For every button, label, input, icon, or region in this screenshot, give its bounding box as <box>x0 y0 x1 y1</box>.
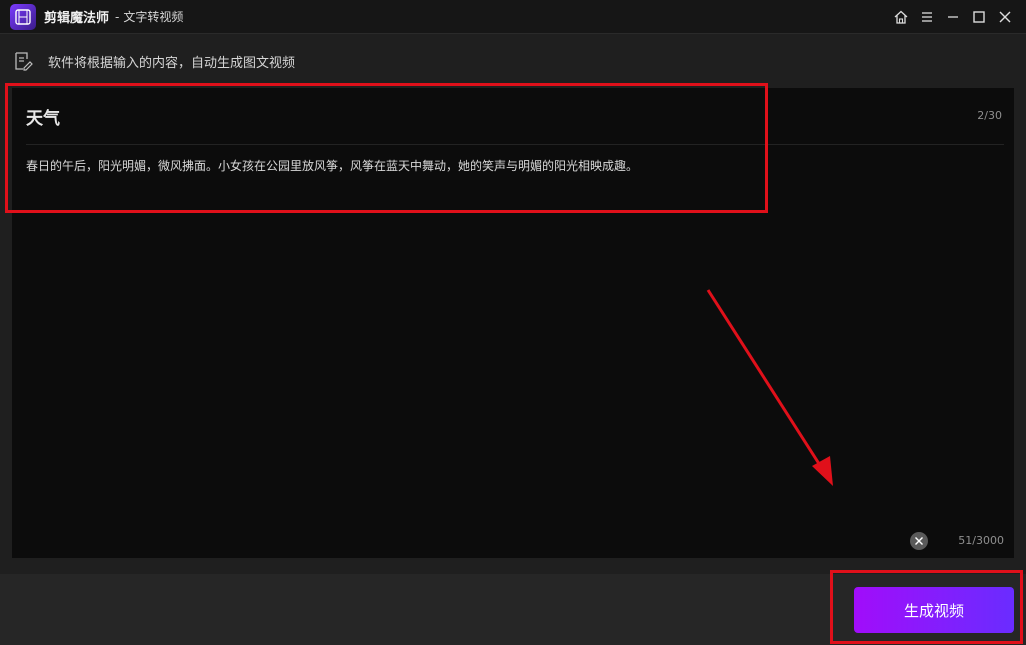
clear-icon <box>915 537 923 545</box>
menu-button[interactable] <box>914 4 940 30</box>
menu-icon <box>922 12 932 22</box>
editor-divider <box>26 144 1004 145</box>
window-controls <box>888 0 1018 34</box>
minimize-icon <box>948 16 958 18</box>
clear-text-button[interactable] <box>910 532 928 550</box>
title-input[interactable] <box>26 102 786 130</box>
title-bar: 剪辑魔法师 - 文字转视频 <box>0 0 1026 34</box>
app-name: 剪辑魔法师 <box>44 11 110 26</box>
close-icon <box>999 11 1011 23</box>
hint-text: 软件将根据输入的内容，自动生成图文视频 <box>48 55 296 71</box>
note-edit-icon <box>15 52 33 71</box>
film-logo-icon <box>10 3 36 30</box>
home-button[interactable] <box>888 4 914 30</box>
home-icon <box>894 10 908 24</box>
close-button[interactable] <box>992 4 1018 30</box>
footer-bar: 生成视频 <box>0 574 1026 645</box>
content-textarea[interactable]: 春日的午后，阳光明媚，微风拂面。小女孩在公园里放风筝，风筝在蓝天中舞动，她的笑声… <box>26 156 1002 516</box>
text-editor-panel: 2/30 春日的午后，阳光明媚，微风拂面。小女孩在公园里放风筝，风筝在蓝天中舞动… <box>12 88 1014 558</box>
hint-bar: 软件将根据输入的内容，自动生成图文视频 <box>0 34 1026 88</box>
title-char-count: 2/30 <box>977 109 1002 122</box>
maximize-icon <box>973 11 985 23</box>
window-title: 文字转视频 <box>123 10 184 24</box>
content-char-count: 51/3000 <box>958 534 1004 547</box>
title-separator: - <box>115 9 120 24</box>
generate-video-button[interactable]: 生成视频 <box>854 587 1014 633</box>
minimize-button[interactable] <box>940 4 966 30</box>
maximize-button[interactable] <box>966 4 992 30</box>
